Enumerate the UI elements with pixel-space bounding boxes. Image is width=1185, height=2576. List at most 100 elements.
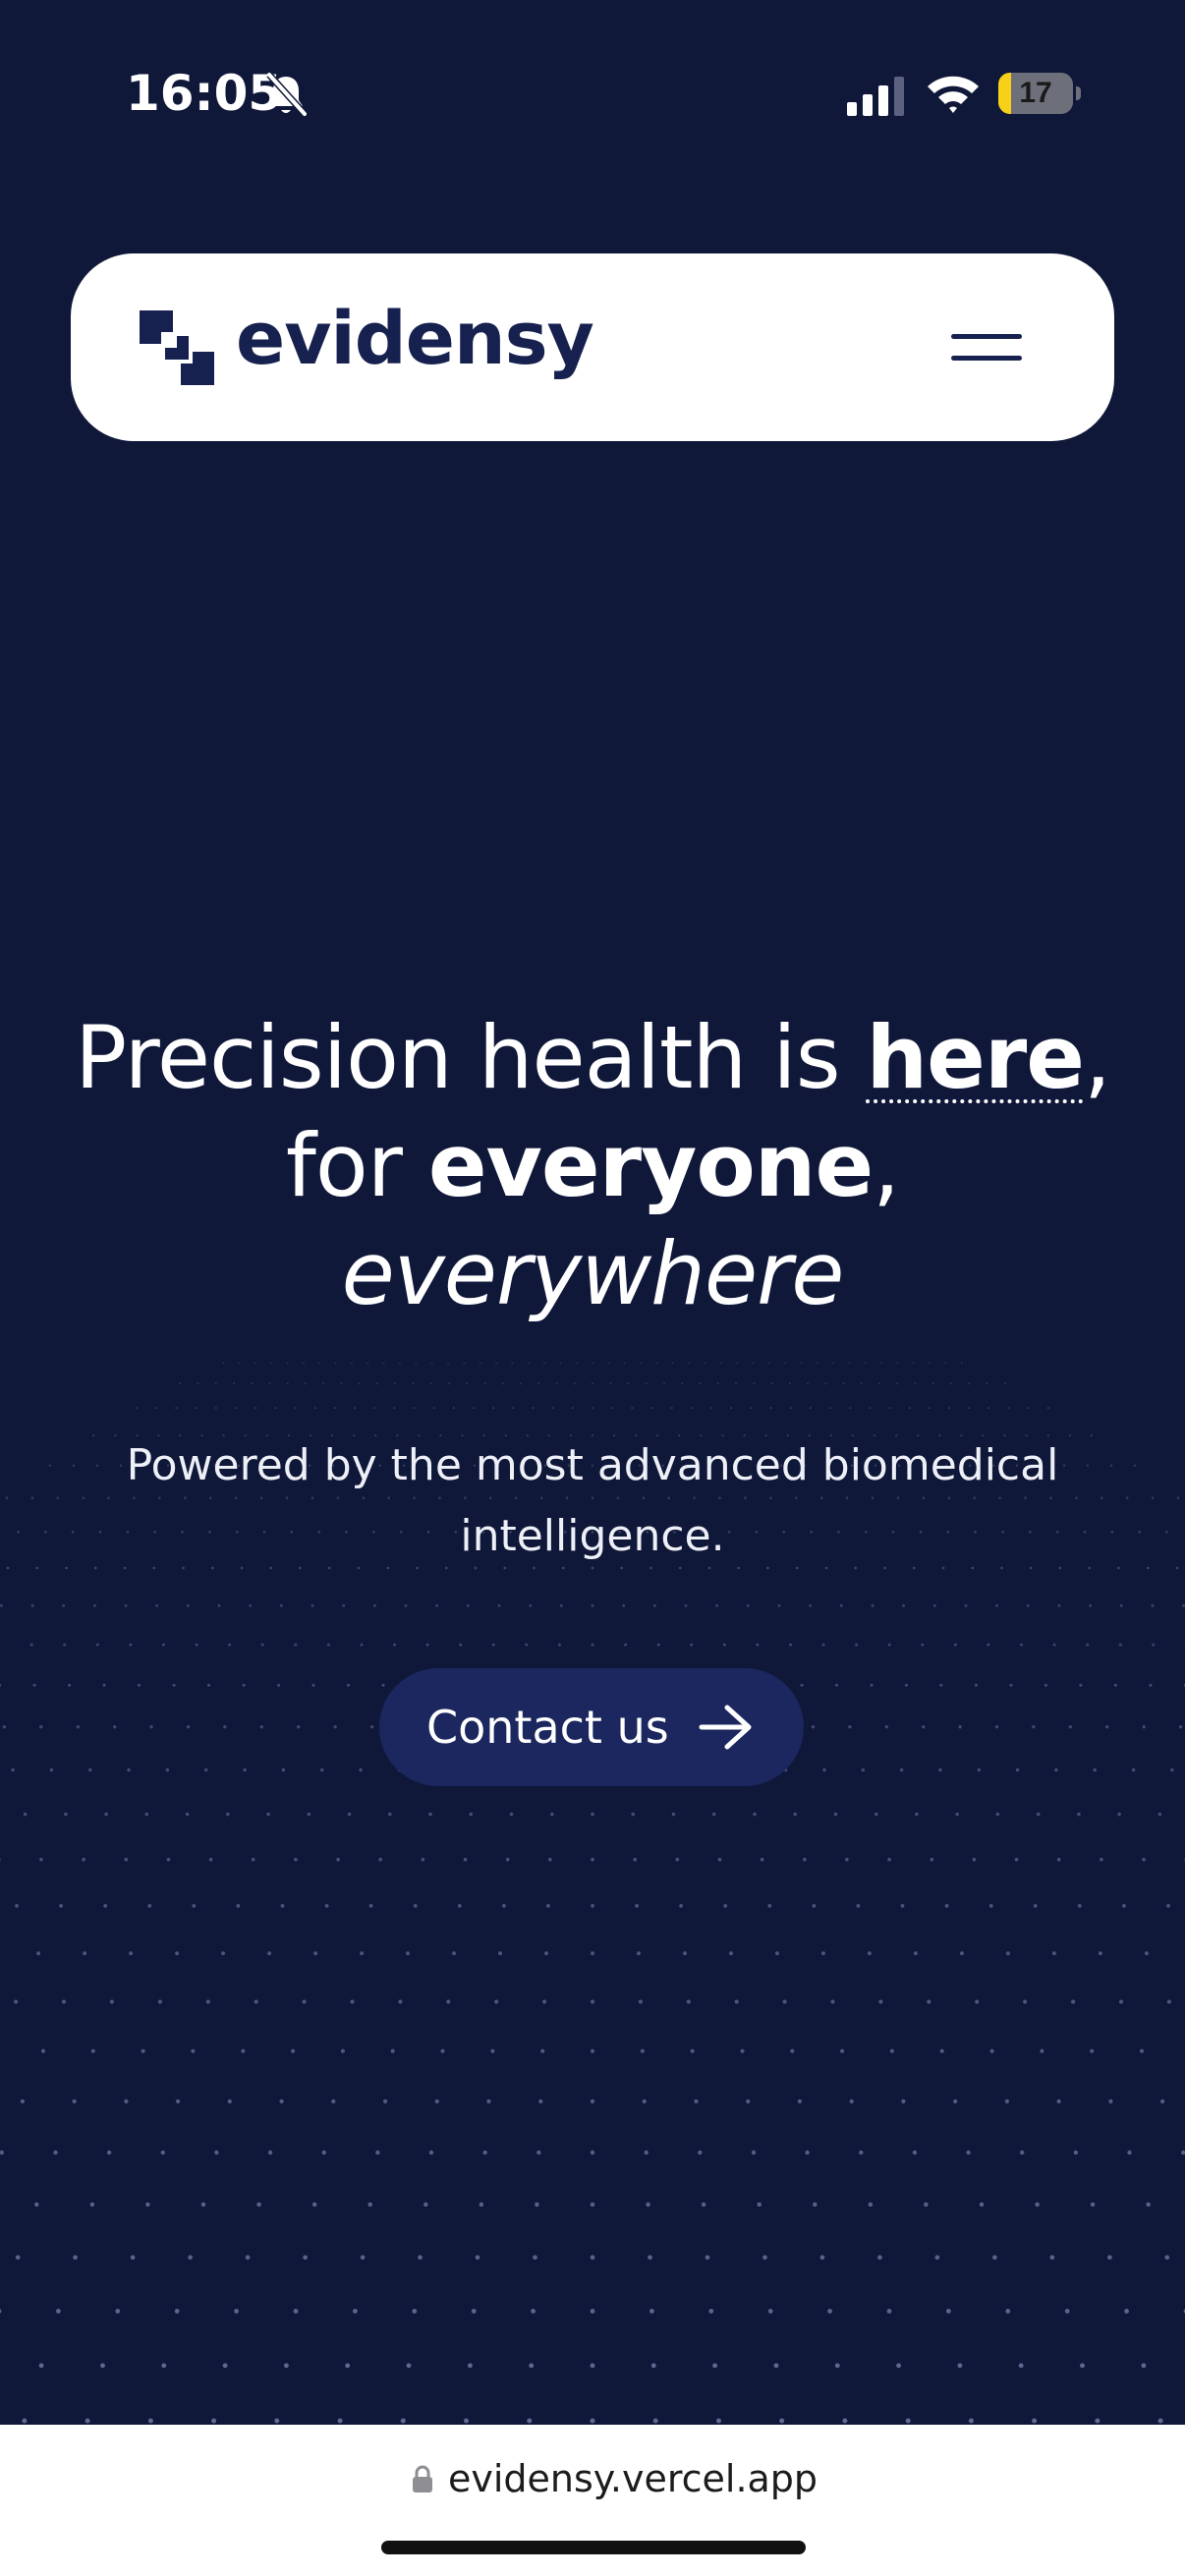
background-dot xyxy=(446,1999,451,2004)
home-indicator[interactable] xyxy=(381,2541,806,2554)
background-dot xyxy=(466,1382,469,1385)
menu-button[interactable] xyxy=(937,318,1051,377)
background-dot xyxy=(400,2418,406,2424)
background-dot xyxy=(260,1643,264,1647)
background-dot xyxy=(358,1382,361,1385)
background-dot xyxy=(161,2363,167,2369)
background-dot xyxy=(642,2099,647,2104)
background-dot xyxy=(559,1603,563,1607)
background-dot xyxy=(734,1382,738,1385)
background-dot xyxy=(56,1496,60,1499)
background-dot xyxy=(955,1812,959,1817)
background-dot xyxy=(72,1464,76,1467)
background-dot xyxy=(155,1407,158,1410)
background-dot xyxy=(1098,1951,1102,1956)
background-dot xyxy=(1009,1683,1013,1687)
background-dot xyxy=(734,1999,739,2004)
background-dot xyxy=(82,1496,85,1499)
background-dot xyxy=(166,1857,171,1862)
background-dot xyxy=(17,1531,20,1534)
background-dot xyxy=(1108,2099,1113,2104)
background-dot xyxy=(793,1812,797,1817)
background-dot xyxy=(360,1951,365,1956)
background-dot xyxy=(809,1407,812,1410)
background-dot xyxy=(281,1767,286,1772)
background-dot xyxy=(590,2202,595,2208)
background-dot xyxy=(1095,2418,1100,2424)
background-dot xyxy=(83,1951,87,1956)
background-dot xyxy=(679,1904,683,1908)
background-dot xyxy=(820,1951,825,1956)
background-dot xyxy=(1139,2048,1145,2053)
background-dot xyxy=(1023,1999,1028,2004)
background-dot xyxy=(186,1725,191,1729)
background-dot xyxy=(590,2363,595,2369)
background-dot xyxy=(0,1603,3,1607)
background-dot xyxy=(1051,1951,1056,1956)
background-dot xyxy=(809,1603,813,1607)
background-dot xyxy=(311,1683,315,1687)
contact-us-button[interactable]: Contact us xyxy=(379,1668,804,1786)
background-dot xyxy=(495,1362,497,1365)
background-dot xyxy=(1127,2150,1132,2156)
background-dot xyxy=(627,1382,630,1385)
background-dot xyxy=(331,2099,336,2104)
background-dot xyxy=(11,1767,15,1772)
background-dot xyxy=(979,2202,985,2208)
background-dot xyxy=(340,2048,345,2053)
background-dot xyxy=(931,1382,934,1385)
background-dot xyxy=(824,1382,827,1385)
background-dot xyxy=(39,1857,43,1862)
background-dot xyxy=(274,2418,280,2424)
background-dot xyxy=(694,2099,699,2104)
background-dot xyxy=(591,1904,594,1908)
background-dot xyxy=(1113,1683,1117,1687)
background-dot xyxy=(752,1362,755,1365)
background-dot xyxy=(542,1999,547,2004)
background-dot xyxy=(652,2418,658,2424)
background-dot xyxy=(368,1904,373,1908)
background-dot xyxy=(536,2150,541,2156)
background-dot xyxy=(1107,2255,1112,2261)
battery-level: 17 xyxy=(1019,77,1052,109)
hero-title-prefix: Precision health is xyxy=(75,1007,867,1108)
background-dot xyxy=(195,1407,198,1410)
background-dot xyxy=(490,2048,495,2053)
background-dot xyxy=(334,1362,337,1365)
background-dot xyxy=(40,2048,46,2053)
background-dot xyxy=(968,1407,971,1410)
background-dot xyxy=(631,1812,635,1817)
background-dot xyxy=(884,1725,888,1729)
background-dot xyxy=(222,1362,225,1365)
background-dot xyxy=(822,1767,826,1772)
background-dot xyxy=(1064,2309,1070,2314)
background-dot xyxy=(555,1382,558,1385)
background-dot xyxy=(226,1812,230,1817)
browser-url-bar[interactable]: evidensy.vercel.app xyxy=(0,2425,1185,2576)
url-text[interactable]: evidensy.vercel.app xyxy=(448,2454,818,2503)
background-dot xyxy=(1036,1812,1041,1817)
background-dot xyxy=(382,1362,385,1365)
background-dot xyxy=(221,1951,226,1956)
nav-card: evidensy xyxy=(71,253,1114,441)
background-dot xyxy=(591,1951,594,1956)
background-dot xyxy=(821,1643,825,1647)
evidensy-logo-icon[interactable] xyxy=(140,310,214,385)
background-dot xyxy=(686,1999,691,2004)
background-dot xyxy=(129,1643,133,1647)
background-dot xyxy=(102,1683,106,1687)
background-dot xyxy=(717,1857,722,1862)
background-dot xyxy=(49,1767,54,1772)
screen: 16:05 17 evidensy Precision health is he… xyxy=(0,0,1185,2576)
background-dot xyxy=(650,1407,653,1410)
background-dot xyxy=(644,2150,649,2156)
background-dot xyxy=(832,1362,834,1365)
background-dot xyxy=(753,1382,756,1385)
background-dot xyxy=(1003,1382,1006,1385)
background-dot xyxy=(762,2255,767,2261)
background-dot xyxy=(878,1999,883,2004)
contact-us-label: Contact us xyxy=(426,1701,669,1754)
brand-name[interactable]: evidensy xyxy=(236,297,594,381)
background-dot xyxy=(1124,2309,1129,2314)
background-dot xyxy=(322,1382,325,1385)
